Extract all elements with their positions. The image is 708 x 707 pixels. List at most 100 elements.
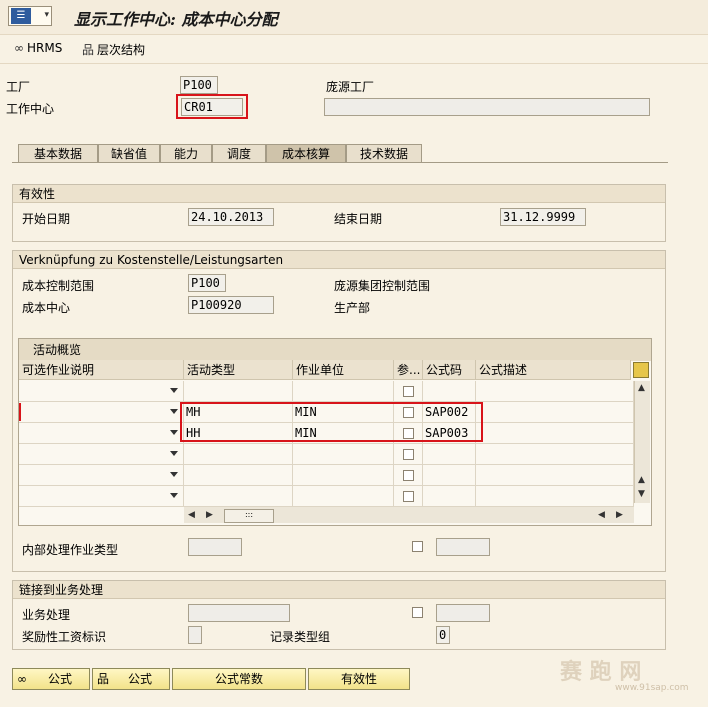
controlling-area-field[interactable]: P100 [188, 274, 226, 292]
formula-link-icon: ∞ [17, 672, 27, 686]
internal-reference-checkbox[interactable] [412, 541, 423, 552]
plant-field[interactable]: P100 [180, 76, 218, 94]
scroll-down-icon[interactable]: ▼ [638, 489, 645, 499]
row-4-description[interactable] [19, 444, 184, 465]
table-vertical-scrollbar[interactable]: ▲ ▲ ▼ [634, 381, 650, 503]
tab-divider [12, 162, 668, 163]
business-reference-checkbox[interactable] [412, 607, 423, 618]
plant-label: 工厂 [6, 80, 31, 94]
row-6-formula-description [476, 486, 634, 507]
row-6-activity-type[interactable] [184, 486, 293, 507]
business-formula-field[interactable] [436, 604, 490, 622]
tab-capacity[interactable]: 能力 [160, 144, 212, 162]
row-selection-marker [19, 403, 21, 421]
row-6-unit[interactable] [293, 486, 394, 507]
row-5-activity-type[interactable] [184, 465, 293, 486]
row-5-description[interactable] [19, 465, 184, 486]
horizontal-scroll-thumb[interactable]: ::: [224, 509, 274, 523]
row-5-formula-description [476, 465, 634, 486]
column-header-description[interactable]: 可选作业说明 [19, 360, 184, 380]
record-type-group-field[interactable]: 0 [436, 626, 450, 644]
tab-basic-data[interactable]: 基本数据 [18, 144, 98, 162]
menu-icon: ☰ [11, 8, 31, 24]
row-4-formula-key[interactable] [423, 444, 476, 465]
formula-button-2[interactable]: 品 公式 [92, 668, 170, 690]
row-1-unit[interactable] [293, 381, 394, 402]
row-1-formula-key[interactable] [423, 381, 476, 402]
row-1-reference-checkbox[interactable] [403, 386, 414, 397]
row-6-dropdown-icon[interactable] [170, 493, 178, 498]
highlight-box-activities [180, 402, 483, 442]
end-date-field[interactable]: 31.12.9999 [500, 208, 586, 226]
tab-scheduling[interactable]: 调度 [212, 144, 266, 162]
row-3-dropdown-icon[interactable] [170, 430, 178, 435]
cost-center-label: 成本中心 [22, 301, 71, 315]
internal-activity-type-label: 内部处理作业类型 [22, 543, 119, 557]
formula-hierarchy-icon: 品 [97, 672, 110, 686]
scroll-left-icon[interactable]: ◀ [188, 510, 195, 520]
cost-center-description: 生产部 [334, 301, 371, 315]
application-toolbar: ∞ HRMS 品 层次结构 [0, 35, 708, 64]
plant-name-label: 庞源工厂 [326, 80, 375, 94]
row-2-description[interactable] [19, 402, 184, 423]
tab-technical-data[interactable]: 技术数据 [346, 144, 422, 162]
system-menu-button[interactable]: ☰ ▾ [8, 6, 52, 26]
scroll-up-small-icon[interactable]: ▲ [638, 475, 645, 485]
formula-constants-button[interactable]: 公式常数 [172, 668, 306, 690]
row-1-description[interactable] [19, 381, 184, 402]
cost-center-field[interactable]: P100920 [188, 296, 274, 314]
business-process-group: 链接到业务处理 [12, 580, 666, 650]
table-horizontal-scrollbar[interactable]: ◀ ▶ ::: ◀ ▶ [184, 507, 634, 523]
column-header-activity-type[interactable]: 活动类型 [184, 360, 293, 380]
internal-activity-type-field[interactable] [188, 538, 242, 556]
activity-table-title: 活动概览 [19, 339, 651, 361]
row-6-reference-checkbox[interactable] [403, 491, 414, 502]
row-5-formula-key[interactable] [423, 465, 476, 486]
scroll-right-small-icon[interactable]: ▶ [206, 510, 213, 520]
end-date-label: 结束日期 [334, 212, 383, 226]
row-1-activity-type[interactable] [184, 381, 293, 402]
column-header-unit[interactable]: 作业单位 [293, 360, 394, 380]
column-header-formula-description[interactable]: 公式描述 [476, 360, 631, 380]
hierarchy-button[interactable]: 品 层次结构 [82, 41, 145, 58]
row-5-reference-checkbox[interactable] [403, 470, 414, 481]
incentive-wage-field[interactable] [188, 626, 202, 644]
validity-section-title: 有效性 [13, 185, 665, 203]
scroll-left-end-icon[interactable]: ◀ [598, 510, 605, 520]
start-date-field[interactable]: 24.10.2013 [188, 208, 274, 226]
business-process-label: 业务处理 [22, 608, 71, 622]
business-process-field[interactable] [188, 604, 290, 622]
row-5-dropdown-icon[interactable] [170, 472, 178, 477]
hrms-label: HRMS [27, 41, 63, 55]
workcenter-label: 工作中心 [6, 102, 55, 116]
tab-defaults[interactable]: 缺省值 [98, 144, 160, 162]
hrms-button[interactable]: ∞ HRMS [14, 41, 62, 55]
dropdown-arrow-icon: ▾ [44, 10, 49, 20]
row-4-unit[interactable] [293, 444, 394, 465]
row-2-dropdown-icon[interactable] [170, 409, 178, 414]
row-5-unit[interactable] [293, 465, 394, 486]
controlling-area-description: 庞源集团控制范围 [334, 279, 431, 293]
tab-costing[interactable]: 成本核算 [266, 144, 346, 163]
row-1-dropdown-icon[interactable] [170, 388, 178, 393]
workcenter-description-field[interactable] [324, 98, 650, 116]
internal-formula-field[interactable] [436, 538, 490, 556]
scroll-right-end-icon[interactable]: ▶ [616, 510, 623, 520]
formula-button-1[interactable]: ∞ 公式 [12, 668, 90, 690]
row-1-formula-description [476, 381, 634, 402]
row-4-reference-checkbox[interactable] [403, 449, 414, 460]
row-4-dropdown-icon[interactable] [170, 451, 178, 456]
row-6-formula-key[interactable] [423, 486, 476, 507]
row-4-activity-type[interactable] [184, 444, 293, 465]
highlight-box-workcenter [176, 94, 248, 119]
column-header-reference[interactable]: 参... [394, 360, 423, 380]
validity-button[interactable]: 有效性 [308, 668, 410, 690]
title-bar: ☰ ▾ 显示工作中心: 成本中心分配 [0, 0, 708, 35]
incentive-wage-label: 奖励性工资标识 [22, 630, 107, 644]
row-6-description[interactable] [19, 486, 184, 507]
scroll-up-icon[interactable]: ▲ [638, 383, 645, 393]
link-section-title: Verknüpfung zu Kostenstelle/Leistungsart… [13, 251, 665, 269]
row-3-description[interactable] [19, 423, 184, 444]
table-settings-icon[interactable] [633, 362, 649, 378]
column-header-formula-key[interactable]: 公式码 [423, 360, 476, 380]
